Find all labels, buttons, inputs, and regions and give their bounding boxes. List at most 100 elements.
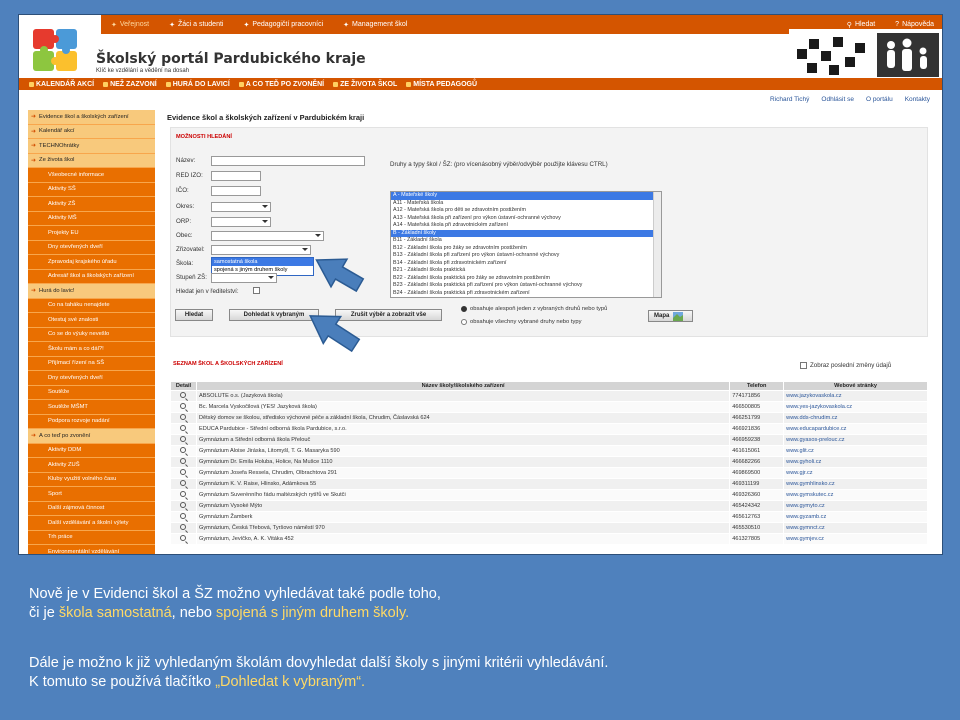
red-izo-input[interactable] <box>211 171 261 181</box>
magnifier-icon[interactable] <box>180 447 187 453</box>
type-option[interactable]: A - Mateřské školy <box>391 192 661 200</box>
sidebar-item[interactable]: Zpravodaj krajského úřadu <box>28 255 155 270</box>
magnifier-icon[interactable] <box>180 458 187 464</box>
sidebar-item[interactable]: Projekty EU <box>28 226 155 241</box>
main-menu-item[interactable]: KALENDÁŘ AKCÍ <box>29 81 103 88</box>
detail-cell[interactable] <box>170 511 197 523</box>
top-nav-item[interactable]: ✦ Veřejnost <box>101 15 159 34</box>
magnifier-icon[interactable] <box>180 425 187 431</box>
type-option[interactable]: A13 - Mateřská škola při zařízení pro vý… <box>391 215 661 223</box>
school-web-link[interactable]: www.gjr.cz <box>783 467 928 479</box>
type-option[interactable]: B22 - Základní škola praktická pro žáky … <box>391 275 661 283</box>
sidebar-item[interactable]: Soutěže <box>28 386 155 400</box>
type-option[interactable]: A12 - Mateřská škola pro děti se zdravot… <box>391 207 661 215</box>
school-web-link[interactable]: www.jazykovaskola.cz <box>783 390 928 402</box>
mapa-button[interactable]: Mapa <box>648 310 693 322</box>
sidebar-item[interactable]: Školu mám a co dál?! <box>28 342 155 357</box>
school-web-link[interactable]: www.dds-chrudim.cz <box>783 412 928 424</box>
zrizovatel-select[interactable] <box>211 245 311 255</box>
type-option[interactable]: B12 - Základní škola pro žáky se zdravot… <box>391 245 661 253</box>
magnifier-icon[interactable] <box>180 469 187 475</box>
sidebar-item[interactable]: ➜ Kalendář akcí <box>28 124 155 139</box>
listbox-scrollbar[interactable] <box>653 192 661 297</box>
main-menu-item[interactable]: HURÁ DO LAVICÍ <box>165 81 239 88</box>
school-web-link[interactable]: www.gyholi.cz <box>783 456 928 468</box>
user-link[interactable]: Richard Tichý <box>770 96 809 103</box>
school-web-link[interactable]: www.glit.cz <box>783 445 928 457</box>
recent-changes[interactable]: Zobraz poslední změny údajů <box>800 362 891 369</box>
main-menu-item[interactable]: NEŽ ZAZVONÍ <box>103 81 166 88</box>
type-option[interactable]: A14 - Mateřská škola při zdravotnickém z… <box>391 222 661 230</box>
sidebar-item[interactable]: Adresář škol a školských zařízení <box>28 270 155 284</box>
sidebar-item[interactable]: Aktivity MŠ <box>28 212 155 226</box>
type-option[interactable]: B14 - Základní škola při zdravotnickém z… <box>391 260 661 268</box>
nazev-input[interactable] <box>211 156 365 166</box>
sidebar-item[interactable]: Další vzdělávání a školní výlety <box>28 516 155 531</box>
magnifier-icon[interactable] <box>180 535 187 541</box>
main-menu-item[interactable]: MÍSTA PEDAGOGŮ <box>406 81 486 88</box>
detail-cell[interactable] <box>170 390 197 402</box>
radio-alespon[interactable]: obsahuje alespoň jeden z vybraných druhů… <box>461 306 607 312</box>
sidebar-item[interactable]: Trh práce <box>28 531 155 545</box>
sidebar-item[interactable]: ➜ Hurá do lavic! <box>28 284 155 299</box>
reditelstvi-checkbox[interactable] <box>253 287 260 294</box>
ico-input[interactable] <box>211 186 261 196</box>
detail-cell[interactable] <box>170 533 197 545</box>
detail-cell[interactable] <box>170 445 197 457</box>
user-link[interactable]: Kontakty <box>905 96 930 103</box>
sidebar-item[interactable]: Podpora rozvoje nadání <box>28 415 155 429</box>
type-option[interactable]: B23 - Základní škola praktická při zaříz… <box>391 282 661 290</box>
sidebar-item[interactable]: ➜ Evidence škol a školských zařízení <box>28 110 155 125</box>
sidebar-item[interactable]: ➜ A co teď po zvonění <box>28 429 155 444</box>
magnifier-icon[interactable] <box>180 524 187 530</box>
magnifier-icon[interactable] <box>180 436 187 442</box>
type-option[interactable]: B24 - Základní škola praktická při zdrav… <box>391 290 661 298</box>
user-link[interactable]: Odhlásit se <box>821 96 854 103</box>
detail-cell[interactable] <box>170 478 197 490</box>
sidebar-item[interactable]: Otestuj své znalosti <box>28 313 155 328</box>
detail-cell[interactable] <box>170 522 197 534</box>
type-option[interactable]: B11 - Základní škola <box>391 237 661 245</box>
sidebar-item[interactable]: Aktivity ZUŠ <box>28 458 155 473</box>
obec-select[interactable] <box>211 231 324 241</box>
types-listbox[interactable]: A - Mateřské školy A11 - Mateřská škola A1… <box>390 191 662 298</box>
sidebar-item[interactable]: ➜ TECHNOhrátky <box>28 139 155 154</box>
stupen-select[interactable] <box>211 273 277 283</box>
detail-cell[interactable] <box>170 489 197 501</box>
magnifier-icon[interactable] <box>180 480 187 486</box>
sidebar-item[interactable]: ➜ Ze života škol <box>28 153 155 168</box>
type-option[interactable]: B - Základní školy <box>391 229 661 237</box>
school-web-link[interactable]: www.gyzamb.cz <box>783 511 928 523</box>
radio-vsechny[interactable]: obsahuje všechny vybrané druhy nebo typy <box>461 319 582 325</box>
magnifier-icon[interactable] <box>180 513 187 519</box>
sidebar-item[interactable]: Soutěže MŠMT <box>28 400 155 415</box>
main-menu-item[interactable]: ZE ŽIVOTA ŠKOL <box>333 81 406 88</box>
school-web-link[interactable]: www.gymnct.cz <box>783 522 928 534</box>
type-option[interactable]: B13 - Základní škola při zařízení pro vý… <box>391 252 661 260</box>
sidebar-item[interactable]: Přijímací řízení na SŠ <box>28 357 155 371</box>
detail-cell[interactable] <box>170 423 197 435</box>
school-web-link[interactable]: www.gymskutec.cz <box>783 489 928 501</box>
orp-select[interactable] <box>211 217 271 227</box>
detail-cell[interactable] <box>170 401 197 413</box>
magnifier-icon[interactable] <box>180 392 187 398</box>
school-web-link[interactable]: www.gyasos-prelouc.cz <box>783 434 928 446</box>
top-nav-item[interactable]: ✦ Žáci a studenti <box>159 15 233 34</box>
sidebar-item[interactable]: Dny otevřených dveří <box>28 241 155 255</box>
magnifier-icon[interactable] <box>180 491 187 497</box>
main-menu-item[interactable]: A CO TEĎ PO ZVONĚNÍ <box>238 81 333 88</box>
school-web-link[interactable]: www.educapardubice.cz <box>783 423 928 435</box>
magnifier-icon[interactable] <box>180 403 187 409</box>
school-web-link[interactable]: www.gymyto.cz <box>783 500 928 512</box>
detail-cell[interactable] <box>170 456 197 468</box>
radio-dot-on[interactable] <box>461 306 467 312</box>
top-nav-item[interactable]: ✦ Management škol <box>333 15 417 34</box>
sidebar-item[interactable]: Sport <box>28 487 155 502</box>
sidebar-item[interactable]: Kluby využití volného času <box>28 473 155 487</box>
sidebar-item[interactable]: Co na taháku nenajdete <box>28 299 155 313</box>
sidebar-item[interactable]: Environmentální vzdělávání <box>28 545 155 554</box>
sidebar-item[interactable]: Všeobecné informace <box>28 168 155 183</box>
hledat-button[interactable]: Hledat <box>175 309 213 321</box>
sidebar-item[interactable]: Dny otevřených dveří <box>28 371 155 386</box>
recent-changes-checkbox[interactable] <box>800 362 807 369</box>
